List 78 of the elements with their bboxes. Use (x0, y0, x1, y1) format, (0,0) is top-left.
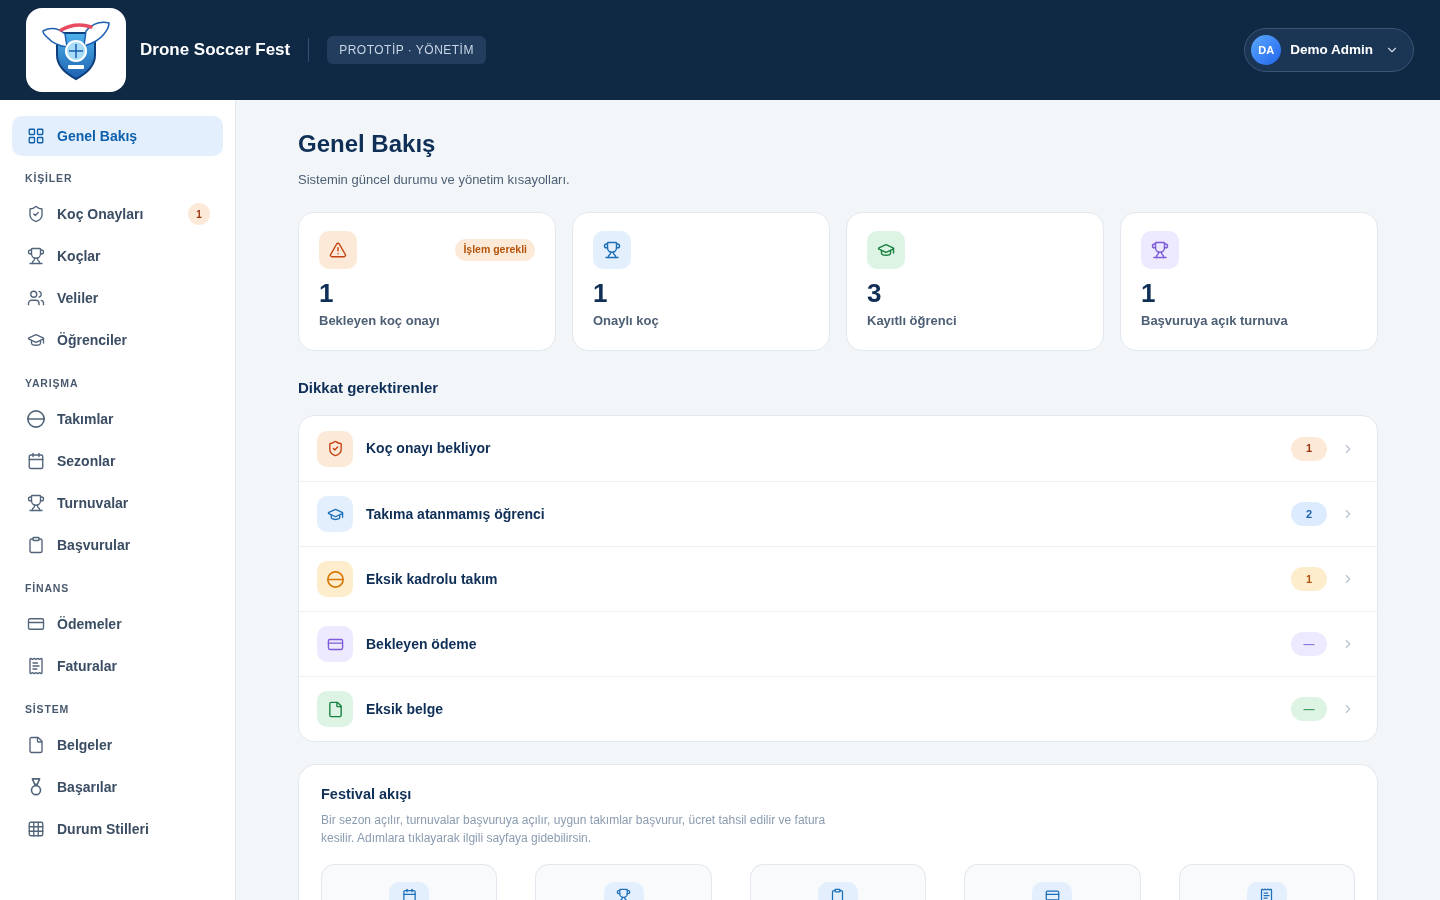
count-pill: 1 (1291, 567, 1327, 591)
sidebar-section-heading: KİŞİLER (24, 171, 74, 186)
layout-grid-icon (27, 127, 45, 145)
trophy-icon (1141, 231, 1179, 269)
app-title: Drone Soccer Fest (140, 39, 291, 62)
graduation-cap-icon (867, 231, 905, 269)
sidebar-section-heading: FİNANS (24, 581, 71, 596)
users-icon (27, 289, 45, 307)
count-pill: — (1291, 632, 1327, 656)
credit-card-icon (27, 615, 45, 633)
trophy-icon (27, 247, 45, 265)
count-pill: — (1291, 697, 1327, 721)
count-pill: 2 (1291, 502, 1327, 526)
grid-icon (27, 820, 45, 838)
credit-card-icon (317, 626, 353, 662)
graduation-cap-icon (317, 496, 353, 532)
flow-step-card[interactable] (535, 864, 712, 900)
credit-card-icon (1032, 882, 1073, 900)
warning-triangle-icon (319, 231, 357, 269)
trophy-icon (593, 231, 631, 269)
pending-count: 1 (188, 203, 210, 225)
shield-check-icon (317, 430, 353, 467)
stat-value: 1 (1141, 278, 1157, 308)
calendar-icon (27, 452, 45, 470)
sidebar-section-heading: YARIŞMA (24, 376, 80, 391)
flow-step-card[interactable] (749, 864, 927, 900)
calendar-icon (389, 882, 430, 900)
section-title: Dikkat gerektirenler (298, 379, 440, 397)
page-title: Genel Bakış (298, 129, 437, 159)
sidebar-item[interactable]: Veliler (12, 277, 223, 319)
mode-tag: PROTOTİP · YÖNETİM (327, 36, 486, 64)
receipt-icon (27, 657, 45, 675)
attention-row[interactable]: Bekleyen ödeme — (299, 611, 1377, 676)
sidebar-item[interactable]: Durum Stilleri (12, 808, 223, 850)
sidebar-item[interactable]: Koçlar (12, 235, 223, 277)
page-subtitle: Sistemin güncel durumu ve yönetim kısayolları. (298, 171, 571, 189)
section-title: Festival akışı (321, 785, 413, 803)
stat-value: 3 (867, 278, 883, 308)
sidebar-item[interactable]: Turnuvalar (12, 482, 223, 524)
sidebar-item[interactable]: Genel Bakış (12, 116, 223, 156)
sidebar-item[interactable]: Takımlar (12, 398, 223, 440)
sidebar-item[interactable]: Ödemeler (12, 603, 223, 645)
graduation-cap-icon (27, 331, 45, 349)
sidebar-item[interactable]: Sezonlar (12, 440, 223, 482)
action-required-tag: İşlem gerekli (455, 239, 535, 261)
stat-label: Başvuruya açık turnuva (1141, 312, 1289, 330)
stat-value: 1 (319, 278, 335, 308)
clipboard-icon (818, 882, 858, 900)
receipt-icon (1246, 882, 1287, 900)
flow-step-card[interactable] (1178, 864, 1355, 900)
sidebar-item[interactable]: Başvurular (12, 524, 223, 566)
stat-label: Onaylı koç (593, 312, 660, 330)
clipboard-icon (27, 536, 45, 554)
attention-row[interactable]: Eksik belge — (299, 676, 1377, 741)
file-icon (27, 736, 45, 754)
sidebar-item[interactable]: Öğrenciler (12, 319, 223, 361)
sidebar-item[interactable]: Koç Onayları 1 (12, 193, 223, 235)
sidebar-section-heading: SİSTEM (24, 702, 71, 717)
circle-line-icon (317, 561, 353, 597)
stat-label: Kayıtlı öğrenci (867, 312, 958, 330)
user-menu-button[interactable]: DA Demo Admin (1244, 28, 1414, 72)
attention-row[interactable]: Eksik kadrolu takım 1 (299, 546, 1377, 611)
sidebar-item[interactable]: Faturalar (12, 645, 223, 687)
user-avatar: DA (1251, 35, 1282, 65)
trophy-icon (27, 494, 45, 512)
attention-row[interactable]: Takıma atanmamış öğrenci 2 (299, 481, 1377, 546)
stat-value: 1 (593, 278, 609, 308)
attention-row[interactable]: Koç onayı bekliyor 1 (299, 416, 1377, 481)
sidebar-item[interactable]: Belgeler (12, 724, 223, 766)
flow-step-card[interactable] (964, 864, 1141, 900)
file-icon (317, 691, 353, 727)
flow-step-card[interactable] (321, 864, 498, 900)
sidebar-item[interactable]: Başarılar (12, 766, 223, 808)
count-pill: 1 (1291, 436, 1327, 461)
stat-label: Bekleyen koç onayı (319, 312, 441, 330)
shield-check-icon (27, 205, 45, 223)
trophy-icon (603, 882, 644, 900)
section-description: Bir sezon açılır, turnuvalar başvuruya açılır, uygun takımlar başvurur, ücret tahsil edilir ve fatura kesilir. Adımlara tıklayarak ilgili sayfaya gidebilirsin. (321, 812, 826, 847)
